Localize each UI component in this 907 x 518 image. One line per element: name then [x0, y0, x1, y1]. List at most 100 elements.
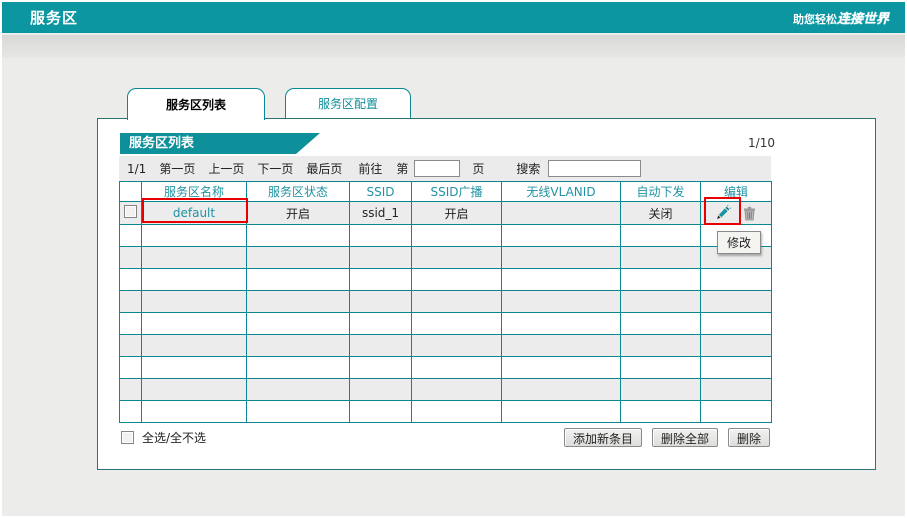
select-all-checkbox[interactable]: [121, 431, 134, 444]
empty-cell: [119, 378, 142, 401]
table-row-empty: [119, 312, 772, 335]
empty-cell: [246, 378, 350, 401]
empty-cell: [501, 246, 621, 269]
next-page-link[interactable]: 下一页: [257, 160, 293, 177]
empty-cell: [119, 290, 142, 313]
empty-cell: [411, 378, 502, 401]
page-prefix-label: 第: [396, 162, 409, 176]
header-ssid-col: SSID: [349, 181, 412, 202]
header-checkbox-col: [119, 181, 142, 202]
first-page-link[interactable]: 第一页: [159, 160, 195, 177]
empty-cell: [620, 378, 701, 401]
empty-cell: [141, 268, 247, 291]
tab-label: 服务区列表: [165, 98, 226, 112]
empty-cell: [119, 334, 142, 357]
empty-cell: [700, 334, 772, 357]
empty-cell: [246, 312, 350, 335]
empty-cell: [246, 290, 350, 313]
empty-cell: [411, 268, 502, 291]
tab-label: 服务区配置: [317, 97, 378, 111]
row-auto-deploy-cell: 关闭: [620, 201, 701, 225]
header-broadcast-col: SSID广播: [411, 181, 502, 202]
table-row-empty: [119, 246, 772, 269]
empty-cell: [119, 224, 142, 247]
empty-cell: [501, 290, 621, 313]
empty-cell: [141, 312, 247, 335]
page-title: 服务区: [30, 9, 79, 27]
empty-cell: [349, 224, 412, 247]
empty-cell: [501, 224, 621, 247]
table-row-empty: [119, 356, 772, 379]
add-entry-button[interactable]: 添加新条目: [563, 428, 642, 447]
pencil-icon[interactable]: [714, 205, 731, 221]
empty-cell: [246, 268, 350, 291]
empty-cell: [141, 400, 247, 423]
row-vlan-cell: [501, 201, 621, 225]
trash-icon[interactable]: [741, 205, 758, 221]
empty-cell: [411, 400, 502, 423]
search-label: 搜索: [516, 162, 541, 176]
empty-cell: [700, 290, 772, 313]
page-suffix-label: 页: [472, 162, 485, 176]
row-status-cell: 开启: [246, 201, 350, 225]
empty-cell: [411, 290, 502, 313]
brand-slogan: 助您轻松连接世界: [793, 8, 889, 27]
row-checkbox-cell: [119, 201, 142, 225]
prev-page-link[interactable]: 上一页: [208, 160, 244, 177]
goto-label: 前往: [358, 162, 383, 176]
brand-slogan-left: 助您轻松: [792, 13, 837, 26]
tab-service-area-config[interactable]: 服务区配置: [285, 88, 411, 118]
empty-cell: [141, 246, 247, 269]
empty-cell: [700, 312, 772, 335]
table-row-default: default 开启 ssid_1 开启 关闭: [119, 201, 772, 225]
empty-cell: [141, 356, 247, 379]
header-vlan-col: 无线VLANID: [501, 181, 621, 202]
goto-page-input[interactable]: [414, 160, 461, 177]
empty-cell: [246, 356, 350, 379]
empty-cell: [119, 312, 142, 335]
delete-button[interactable]: 删除: [727, 428, 770, 447]
table-row-empty: [119, 400, 772, 423]
empty-cell: [700, 400, 772, 423]
select-all-label: 全选/全不选: [142, 431, 207, 445]
empty-cell: [119, 268, 142, 291]
empty-cell: [119, 246, 142, 269]
header-status-col: 服务区状态: [246, 181, 350, 202]
empty-cell: [246, 246, 350, 269]
row-checkbox[interactable]: [124, 205, 137, 218]
last-page-link[interactable]: 最后页: [306, 160, 342, 177]
service-area-name-link[interactable]: default: [173, 206, 215, 220]
empty-cell: [501, 400, 621, 423]
empty-cell: [620, 268, 701, 291]
table-row-empty: [119, 224, 772, 247]
empty-cell: [349, 334, 412, 357]
empty-cell: [620, 400, 701, 423]
empty-cell: [411, 334, 502, 357]
empty-cell: [700, 268, 772, 291]
current-page-label: 1/1: [127, 161, 147, 176]
empty-cell: [349, 356, 412, 379]
empty-cell: [349, 378, 412, 401]
empty-cell: [411, 224, 502, 247]
panel-title-bar: 服务区列表: [120, 133, 320, 154]
empty-cell: [501, 378, 621, 401]
delete-all-button[interactable]: 删除全部: [651, 428, 718, 447]
empty-cell: [141, 224, 247, 247]
empty-cell: [620, 246, 701, 269]
row-name-cell: default: [141, 201, 247, 225]
empty-cell: [141, 378, 247, 401]
empty-cell: [246, 224, 350, 247]
empty-cell: [620, 290, 701, 313]
action-buttons: 添加新条目 删除全部 删除: [563, 428, 770, 447]
table-header-row: 服务区名称 服务区状态 SSID SSID广播 无线VLANID 自动下发 编辑: [119, 181, 772, 202]
search-input[interactable]: [548, 160, 642, 177]
empty-cell: [620, 334, 701, 357]
page-indicator: 1/10: [748, 136, 775, 150]
header-auto-deploy-col: 自动下发: [620, 181, 701, 202]
empty-cell: [501, 268, 621, 291]
tab-service-area-list[interactable]: 服务区列表: [127, 88, 265, 120]
header-gray-band: [2, 35, 905, 58]
empty-cell: [246, 400, 350, 423]
empty-cell: [349, 290, 412, 313]
empty-cell: [349, 400, 412, 423]
